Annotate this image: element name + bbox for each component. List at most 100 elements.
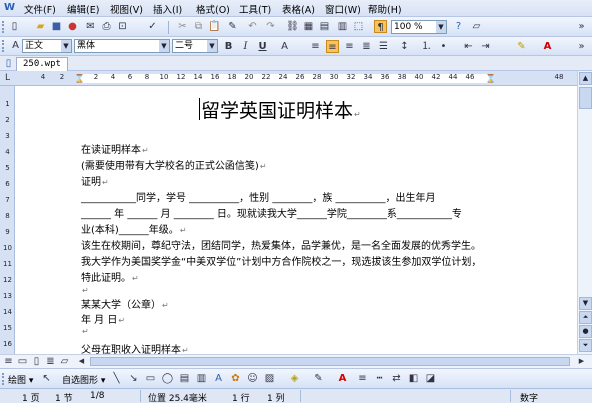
increase-indent-icon[interactable]: ⇥ [479,40,492,53]
bold-button[interactable]: B [222,40,235,53]
chevron-down-icon[interactable]: ▼ [61,40,71,52]
font-combo[interactable]: 黑体 ▼ [74,39,170,53]
menu-edit[interactable]: 编辑(E) [67,2,99,16]
font-color-icon[interactable]: A [541,40,554,53]
toolbar-handle[interactable] [2,373,5,385]
chevron-down-icon[interactable]: ▼ [436,21,446,33]
horizontal-scroll-thumb[interactable] [90,357,570,366]
line-color-icon[interactable]: ✎ [312,372,325,385]
doc-line[interactable]: 在读证明样本↵ [81,141,149,156]
arrow-style-icon[interactable]: ⇄ [390,372,403,385]
doc-line[interactable]: 该生在校期间，尊纪守法，团结同学，热爱集体，品学兼优，是一名全面发展的优秀学生。 [81,237,481,252]
indent-marker-icon[interactable]: ⌛ [73,72,86,85]
read-icon[interactable]: ▱ [470,20,483,33]
dash-style-icon[interactable]: ┅ [373,372,386,385]
paste-icon[interactable]: 📋 [208,20,221,33]
select-browse-object-icon[interactable]: ● [579,325,592,338]
line-icon[interactable]: ╲ [110,372,123,385]
horizontal-ruler[interactable]: L 4 2 ⌛ 2 4 6 8 10 12 14 16 18 20 22 24 … [0,71,592,86]
vertical-ruler[interactable]: 1 2 3 4 5 6 7 8 9 10 11 12 13 14 15 16 [0,86,15,354]
align-left-icon[interactable]: ≡ [309,40,322,53]
menu-format[interactable]: 格式(O) [196,2,230,16]
columns-icon[interactable]: ▥ [336,20,349,33]
print-icon[interactable]: ⎙ [100,20,113,33]
line-style-icon[interactable]: ≡ [356,372,369,385]
styles-icon[interactable]: A [9,39,22,52]
wordart-icon[interactable]: A [212,372,225,385]
scroll-right-icon[interactable]: ▶ [575,355,588,368]
format-painter-icon[interactable]: ✎ [226,20,239,33]
textbox-icon[interactable]: ▤ [178,372,191,385]
reading-view-icon[interactable]: ▱ [58,355,71,368]
menu-table[interactable]: 表格(A) [282,2,315,16]
doc-line[interactable]: 年 月 日↵ [81,311,125,326]
menu-help[interactable]: 帮助(H) [368,2,402,16]
menu-window[interactable]: 窗口(W) [325,2,361,16]
style-combo[interactable]: 正文 ▼ [22,39,72,53]
doc-line[interactable]: (需要使用带有大学校名的正式公函信笺)↵ [81,157,267,172]
italic-button[interactable]: I [239,40,252,53]
doc-line[interactable]: ______ 年 ______ 月 ________ 日。现就读我大学_____… [81,205,462,220]
arrow-icon[interactable]: ↘ [127,372,140,385]
open-folder-icon[interactable]: ▰ [34,20,47,33]
3d-icon[interactable]: ◪ [424,372,437,385]
chevron-down-icon[interactable]: ▼ [207,40,217,52]
picture-icon[interactable]: ▨ [263,372,276,385]
scroll-down-icon[interactable]: ▼ [579,297,592,310]
font-size-combo[interactable]: 二号 ▼ [172,39,218,53]
menu-view[interactable]: 视图(V) [110,2,143,16]
redo-icon[interactable]: ↷ [264,20,277,33]
toolbar-handle[interactable] [2,21,5,33]
copy-icon[interactable]: ⧉ [192,20,205,33]
menu-tools[interactable]: 工具(T) [239,2,271,16]
align-right-icon[interactable]: ≡ [343,40,356,53]
draw-menu-button[interactable]: 绘图 ▾ [8,373,33,386]
web-view-icon[interactable]: ▭ [16,355,29,368]
shadow-icon[interactable]: ◧ [407,372,420,385]
show-hide-icon[interactable]: ¶ [374,20,387,33]
doc-line[interactable]: 特此证明。↵ [81,269,139,284]
highlight-icon[interactable]: ✎ [515,40,528,53]
menu-insert[interactable]: 插入(I) [153,2,182,16]
outline-view-icon[interactable]: ≣ [44,355,57,368]
char-border-icon[interactable]: A [278,40,291,53]
rectangle-icon[interactable]: ▭ [144,372,157,385]
doc-line[interactable]: 某某大学（公章）↵ [81,296,169,311]
normal-view-icon[interactable]: ≡ [2,355,15,368]
tab-selector-icon[interactable]: L [1,72,14,85]
save-icon[interactable]: ■ [50,20,63,33]
oval-icon[interactable]: ◯ [161,372,174,385]
insert-table-icon[interactable]: ▤ [318,20,331,33]
permission-icon[interactable]: ● [66,20,79,33]
document-title[interactable]: 留学英国证明样本↵ [201,96,361,123]
menu-file[interactable]: 文件(F) [24,2,56,16]
scroll-left-icon[interactable]: ◀ [75,355,88,368]
cut-icon[interactable]: ✂ [176,20,189,33]
previous-page-icon[interactable]: ⏶ [579,311,592,324]
tab-document[interactable]: 250.wpt [16,57,68,71]
line-spacing-icon[interactable]: ↕ [398,40,411,53]
new-document-icon[interactable]: ▯ [8,20,21,33]
undo-icon[interactable]: ↶ [246,20,259,33]
select-objects-icon[interactable]: ↖ [40,372,53,385]
numbering-icon[interactable]: ⒈ [420,40,433,53]
print-preview-icon[interactable]: ⊡ [116,20,129,33]
vertical-textbox-icon[interactable]: ▥ [195,372,208,385]
autoshapes-menu-button[interactable]: 自选图形 ▾ [62,373,105,386]
chevron-down-icon[interactable]: ▼ [159,40,169,52]
spelling-icon[interactable]: ✓ [146,20,159,33]
doc-line[interactable]: 业(本科)______年级。↵ [81,221,187,236]
doc-line[interactable]: 父母在职收入证明样本↵ [81,341,189,354]
toolbar-options-icon[interactable]: » [575,20,588,33]
tables-borders-icon[interactable]: ▦ [302,20,315,33]
right-indent-marker-icon[interactable]: ⌛ [484,72,497,85]
document-page[interactable]: 留学英国证明样本↵ 在读证明样本↵ (需要使用带有大学校名的正式公函信笺)↵ 证… [16,86,577,354]
email-icon[interactable]: ✉ [84,20,97,33]
zoom-combo[interactable]: 100 % ▼ [391,20,447,34]
next-page-icon[interactable]: ⏷ [579,339,592,352]
align-center-icon[interactable]: ≡ [326,40,339,53]
doc-line[interactable]: 我大学作为美国奖学金“中美双学位”计划中方合作院校之一，现选拔该生参加双学位计划… [81,253,481,268]
vertical-scrollbar[interactable]: ▲ ▼ ⏶ ● ⏷ [577,71,592,354]
print-layout-icon[interactable]: ▯ [30,355,43,368]
help-icon[interactable]: ? [452,20,465,33]
